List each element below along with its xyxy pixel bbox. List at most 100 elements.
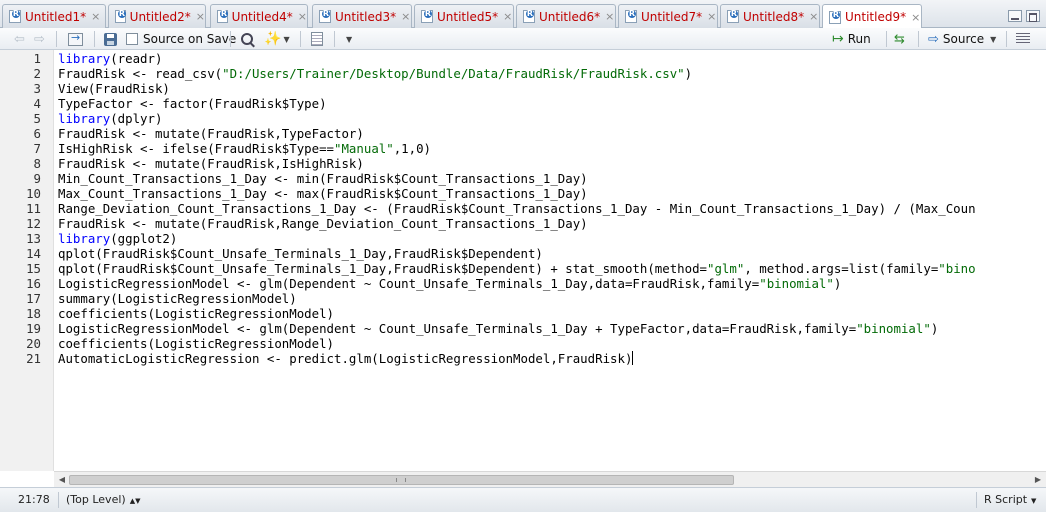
source-button[interactable]: ⇨ Source ▼ bbox=[928, 30, 996, 48]
line-number: 7 bbox=[33, 141, 41, 156]
r-file-icon bbox=[829, 10, 841, 24]
scrollbar-thumb[interactable] bbox=[69, 475, 734, 485]
close-icon[interactable]: × bbox=[298, 10, 307, 23]
code-line[interactable]: 14 qplot(FraudRisk$Count_Unsafe_Terminals… bbox=[0, 246, 1046, 261]
horizontal-scrollbar[interactable]: ◀ ▶ bbox=[54, 471, 1046, 487]
compile-report-button[interactable] bbox=[311, 30, 323, 48]
line-number: 14 bbox=[26, 246, 41, 261]
tab-untitled-6[interactable]: Untitled6* × bbox=[516, 4, 616, 28]
chevron-down-icon: ▼ bbox=[283, 34, 290, 44]
source-label: Source bbox=[942, 32, 985, 46]
code-text: library(ggplot2) bbox=[58, 231, 178, 246]
tab-untitled-7[interactable]: Untitled7* × bbox=[618, 4, 718, 28]
back-button[interactable]: ⇦ bbox=[14, 30, 25, 48]
code-text: coefficients(LogisticRegressionModel) bbox=[58, 306, 335, 321]
tab-label: Untitled2* bbox=[129, 9, 191, 24]
close-icon[interactable]: × bbox=[91, 10, 100, 23]
code-line[interactable]: 9 Min_Count_Transactions_1_Day <- min(Fra… bbox=[0, 171, 1046, 186]
document-outline-button[interactable] bbox=[1016, 30, 1030, 48]
line-number: 13 bbox=[26, 231, 41, 246]
line-number: 11 bbox=[26, 201, 41, 216]
line-number: 21 bbox=[26, 351, 41, 366]
close-icon[interactable]: × bbox=[605, 10, 614, 23]
close-icon[interactable]: × bbox=[911, 11, 920, 24]
code-line[interactable]: 13 library(ggplot2) bbox=[0, 231, 1046, 246]
tab-untitled-4[interactable]: Untitled3* × bbox=[312, 4, 412, 28]
code-line[interactable]: 17 summary(LogisticRegressionModel) bbox=[0, 291, 1046, 306]
run-button[interactable]: ↦ Run bbox=[832, 30, 871, 48]
code-line[interactable]: 20 coefficients(LogisticRegressionModel) bbox=[0, 336, 1046, 351]
close-icon[interactable]: × bbox=[809, 10, 818, 23]
rerun-button[interactable]: ⇆ bbox=[894, 30, 909, 48]
r-file-icon bbox=[319, 10, 331, 23]
maximize-pane-icon[interactable] bbox=[1026, 10, 1040, 22]
tab-untitled-5[interactable]: Untitled5* × bbox=[414, 4, 514, 28]
magic-wand-icon: ✨ bbox=[264, 31, 282, 47]
search-icon bbox=[241, 33, 253, 45]
line-number: 20 bbox=[26, 336, 41, 351]
tab-untitled-1[interactable]: Untitled1* × bbox=[2, 4, 106, 28]
code-line[interactable]: 2 FraudRisk <- read_csv("D:/Users/Trainer… bbox=[0, 66, 1046, 81]
code-line[interactable]: 6 FraudRisk <- mutate(FraudRisk,TypeFacto… bbox=[0, 126, 1046, 141]
find-replace-button[interactable] bbox=[241, 30, 253, 48]
code-text: qplot(FraudRisk$Count_Unsafe_Terminals_1… bbox=[58, 261, 976, 276]
line-number: 17 bbox=[26, 291, 41, 306]
text-cursor bbox=[632, 351, 634, 365]
code-text: qplot(FraudRisk$Count_Unsafe_Terminals_1… bbox=[58, 246, 543, 261]
close-icon[interactable]: × bbox=[707, 10, 716, 23]
close-icon[interactable]: × bbox=[401, 10, 410, 23]
forward-button[interactable]: ⇨ bbox=[34, 30, 45, 48]
scroll-left-icon[interactable]: ◀ bbox=[56, 474, 68, 486]
file-type-selector[interactable]: R Script ▼ bbox=[984, 493, 1036, 506]
code-text: library(readr) bbox=[58, 51, 163, 66]
code-line[interactable]: 18 coefficients(LogisticRegressionModel) bbox=[0, 306, 1046, 321]
code-text: Range_Deviation_Count_Transactions_1_Day… bbox=[58, 201, 976, 216]
line-number: 1 bbox=[33, 51, 41, 66]
r-file-icon bbox=[115, 10, 126, 23]
scroll-right-icon[interactable]: ▶ bbox=[1032, 474, 1044, 486]
show-in-new-window-button[interactable] bbox=[68, 30, 83, 48]
rerun-icon: ⇆ bbox=[894, 31, 905, 47]
tab-label: Untitled5* bbox=[437, 9, 499, 24]
line-number: 2 bbox=[33, 66, 41, 81]
options-dropdown[interactable]: ▼ bbox=[346, 30, 352, 48]
chevron-down-icon: ▼ bbox=[990, 34, 997, 44]
tab-untitled-9[interactable]: Untitled9* × bbox=[822, 4, 922, 29]
code-text: TypeFactor <- factor(FraudRisk$Type) bbox=[58, 96, 327, 111]
code-line[interactable]: 16 LogisticRegressionModel <- glm(Depende… bbox=[0, 276, 1046, 291]
status-bar: 21:78 (Top Level) ▲▼ R Script ▼ bbox=[0, 487, 1046, 512]
code-line[interactable]: 1 library(readr) bbox=[0, 51, 1046, 66]
close-icon[interactable]: × bbox=[503, 10, 512, 23]
code-line[interactable]: 12 FraudRisk <- mutate(FraudRisk,Range_De… bbox=[0, 216, 1046, 231]
code-line[interactable]: 11 Range_Deviation_Count_Transactions_1_D… bbox=[0, 201, 1046, 216]
code-line[interactable]: 7 IsHighRisk <- ifelse(FraudRisk$Type=="M… bbox=[0, 141, 1046, 156]
scope-selector[interactable]: (Top Level) ▲▼ bbox=[66, 493, 140, 506]
save-button[interactable] bbox=[104, 30, 117, 48]
line-number: 10 bbox=[26, 186, 41, 201]
code-editor[interactable]: 1 library(readr) 2 FraudRisk <- read_csv("D… bbox=[0, 50, 1046, 471]
code-line[interactable]: 10 Max_Count_Transactions_1_Day <- max(Fr… bbox=[0, 186, 1046, 201]
tab-untitled-2[interactable]: Untitled2* × bbox=[108, 4, 206, 28]
code-line[interactable]: 5 library(dplyr) bbox=[0, 111, 1046, 126]
code-line[interactable]: 21 AutomaticLogisticRegression <- predict… bbox=[0, 351, 1046, 366]
code-line[interactable]: 19 LogisticRegressionModel <- glm(Depende… bbox=[0, 321, 1046, 336]
code-line[interactable]: 8 FraudRisk <- mutate(FraudRisk,IsHighRis… bbox=[0, 156, 1046, 171]
code-line[interactable]: 4 TypeFactor <- factor(FraudRisk$Type) bbox=[0, 96, 1046, 111]
line-number: 19 bbox=[26, 321, 41, 336]
minimize-pane-icon[interactable] bbox=[1008, 10, 1022, 22]
code-line[interactable]: 3 View(FraudRisk) bbox=[0, 81, 1046, 96]
code-text: View(FraudRisk) bbox=[58, 81, 170, 96]
code-line[interactable]: 15 qplot(FraudRisk$Count_Unsafe_Terminals… bbox=[0, 261, 1046, 276]
report-icon bbox=[311, 32, 323, 46]
source-on-save-checkbox[interactable]: Source on Save bbox=[126, 30, 236, 48]
code-tools-button[interactable]: ✨ ▼ bbox=[264, 30, 290, 48]
tab-untitled-8[interactable]: Untitled8* × bbox=[720, 4, 820, 28]
source-on-save-label: Source on Save bbox=[143, 32, 237, 46]
close-icon[interactable]: × bbox=[196, 10, 205, 23]
tab-untitled-3[interactable]: Untitled4* × bbox=[210, 4, 308, 28]
r-file-icon bbox=[9, 10, 21, 23]
line-number: 5 bbox=[33, 111, 41, 126]
r-file-icon bbox=[625, 10, 637, 23]
window-controls bbox=[1008, 10, 1040, 22]
line-number: 16 bbox=[26, 276, 41, 291]
